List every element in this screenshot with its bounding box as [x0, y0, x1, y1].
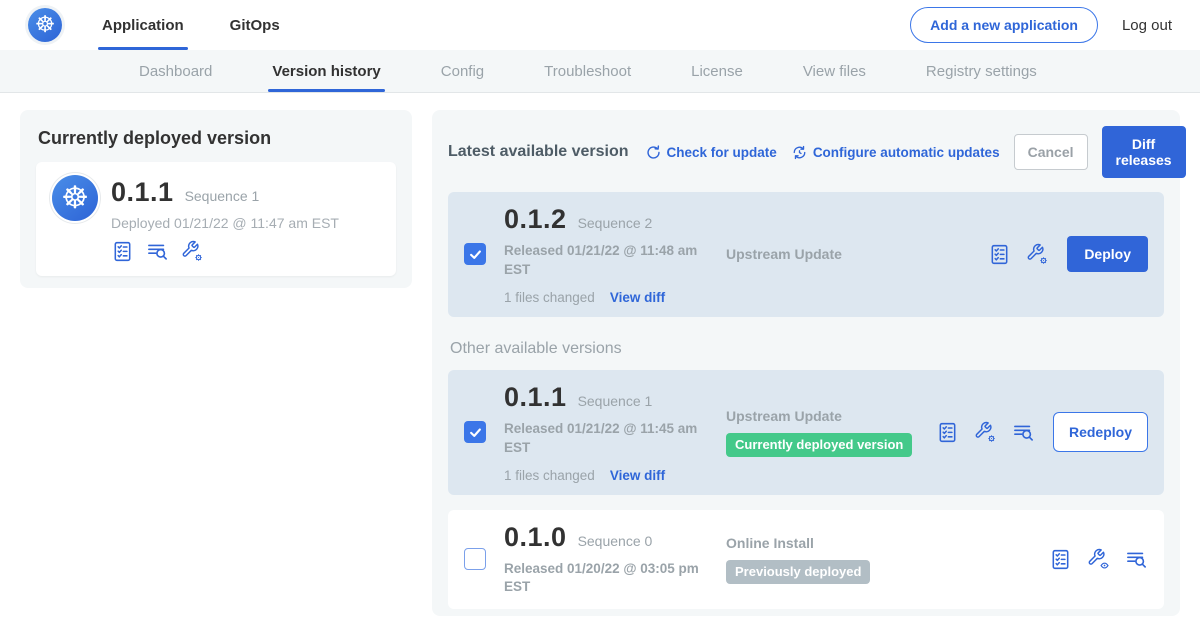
- checkmark-icon: [468, 425, 483, 440]
- preflight-checks-icon[interactable]: [988, 243, 1011, 266]
- subnav-view-files[interactable]: View files: [803, 50, 866, 92]
- header-tabs: Application GitOps: [100, 0, 324, 50]
- logout-button[interactable]: Log out: [1122, 17, 1172, 34]
- add-application-button[interactable]: Add a new application: [910, 7, 1098, 43]
- edit-config-icon[interactable]: [1026, 243, 1049, 266]
- view-diff-link[interactable]: View diff: [610, 290, 665, 305]
- kubernetes-app-icon: ☸: [52, 175, 98, 221]
- sequence-label: Sequence 2: [578, 215, 653, 231]
- deployed-version-card: ☸ 0.1.1 Sequence 1 Deployed 01/21/22 @ 1…: [36, 162, 396, 276]
- app-subnav: Dashboard Version history Config Trouble…: [0, 50, 1200, 93]
- preflight-checks-icon[interactable]: [111, 240, 134, 263]
- check-for-update-link[interactable]: Check for update: [645, 144, 777, 161]
- latest-version-header: Latest available version Check for updat…: [448, 126, 1164, 178]
- subnav-registry-settings[interactable]: Registry settings: [926, 50, 1037, 92]
- version-checkbox[interactable]: [464, 548, 486, 570]
- version-checkbox[interactable]: [464, 243, 486, 265]
- check-for-update-label: Check for update: [667, 145, 777, 160]
- version-source-label: Upstream Update: [726, 246, 988, 262]
- checkmark-icon: [468, 247, 483, 262]
- view-logs-icon[interactable]: [1125, 548, 1148, 571]
- subnav-troubleshoot[interactable]: Troubleshoot: [544, 50, 631, 92]
- deployed-version-number: 0.1.1: [111, 177, 174, 208]
- kubernetes-logo-icon: ☸: [28, 8, 62, 42]
- deploy-button[interactable]: Deploy: [1067, 236, 1148, 272]
- configure-auto-updates-link[interactable]: Configure automatic updates: [791, 144, 1000, 161]
- version-number: 0.1.2: [504, 204, 567, 235]
- version-row-0-1-1: 0.1.1 Sequence 1 Released 01/21/22 @ 11:…: [448, 370, 1164, 495]
- subnav-license[interactable]: License: [691, 50, 743, 92]
- deployed-timestamp: Deployed 01/21/22 @ 11:47 am EST: [111, 215, 339, 231]
- deployed-sequence-label: Sequence 1: [185, 188, 260, 204]
- refresh-icon: [645, 144, 662, 161]
- other-versions-title: Other available versions: [450, 340, 1164, 358]
- view-logs-icon[interactable]: [146, 240, 169, 263]
- tab-gitops[interactable]: GitOps: [228, 0, 282, 50]
- currently-deployed-title: Currently deployed version: [38, 128, 396, 149]
- configure-auto-updates-label: Configure automatic updates: [813, 145, 1000, 160]
- view-diff-link[interactable]: View diff: [610, 468, 665, 483]
- version-number: 0.1.0: [504, 522, 567, 553]
- version-source-label: Online Install: [726, 535, 1049, 551]
- edit-config-icon[interactable]: [974, 421, 997, 444]
- view-config-icon[interactable]: [1087, 548, 1110, 571]
- diff-releases-button[interactable]: Diff releases: [1102, 126, 1186, 178]
- version-row-0-1-0: 0.1.0 Sequence 0 Released 01/20/22 @ 03:…: [448, 510, 1164, 610]
- version-row-0-1-2: 0.1.2 Sequence 2 Released 01/21/22 @ 11:…: [448, 192, 1164, 317]
- released-timestamp: Released 01/21/22 @ 11:48 am EST: [504, 242, 709, 280]
- version-source-label: Upstream Update: [726, 408, 936, 424]
- previously-deployed-badge: Previously deployed: [726, 560, 870, 584]
- subnav-version-history[interactable]: Version history: [272, 50, 380, 92]
- files-changed-label: 1 files changed: [504, 468, 595, 483]
- version-history-panel: Latest available version Check for updat…: [432, 110, 1180, 616]
- released-timestamp: Released 01/21/22 @ 11:45 am EST: [504, 420, 709, 458]
- version-number: 0.1.1: [504, 382, 567, 413]
- cancel-button[interactable]: Cancel: [1014, 134, 1088, 170]
- latest-version-title: Latest available version: [448, 143, 629, 161]
- files-changed-label: 1 files changed: [504, 290, 595, 305]
- redeploy-button[interactable]: Redeploy: [1053, 412, 1148, 452]
- released-timestamp: Released 01/20/22 @ 03:05 pm EST: [504, 560, 709, 598]
- auto-update-icon: [791, 144, 808, 161]
- preflight-checks-icon[interactable]: [936, 421, 959, 444]
- version-checkbox[interactable]: [464, 421, 486, 443]
- preflight-checks-icon[interactable]: [1049, 548, 1072, 571]
- currently-deployed-badge: Currently deployed version: [726, 433, 912, 457]
- sequence-label: Sequence 0: [578, 533, 653, 549]
- edit-config-icon[interactable]: [181, 240, 204, 263]
- subnav-config[interactable]: Config: [441, 50, 484, 92]
- tab-application[interactable]: Application: [100, 0, 186, 50]
- app-header: ☸ Application GitOps Add a new applicati…: [0, 0, 1200, 50]
- view-logs-icon[interactable]: [1012, 421, 1035, 444]
- currently-deployed-panel: Currently deployed version ☸ 0.1.1 Seque…: [20, 110, 412, 288]
- sequence-label: Sequence 1: [578, 393, 653, 409]
- subnav-dashboard[interactable]: Dashboard: [139, 50, 212, 92]
- header-right: Add a new application Log out: [910, 7, 1172, 43]
